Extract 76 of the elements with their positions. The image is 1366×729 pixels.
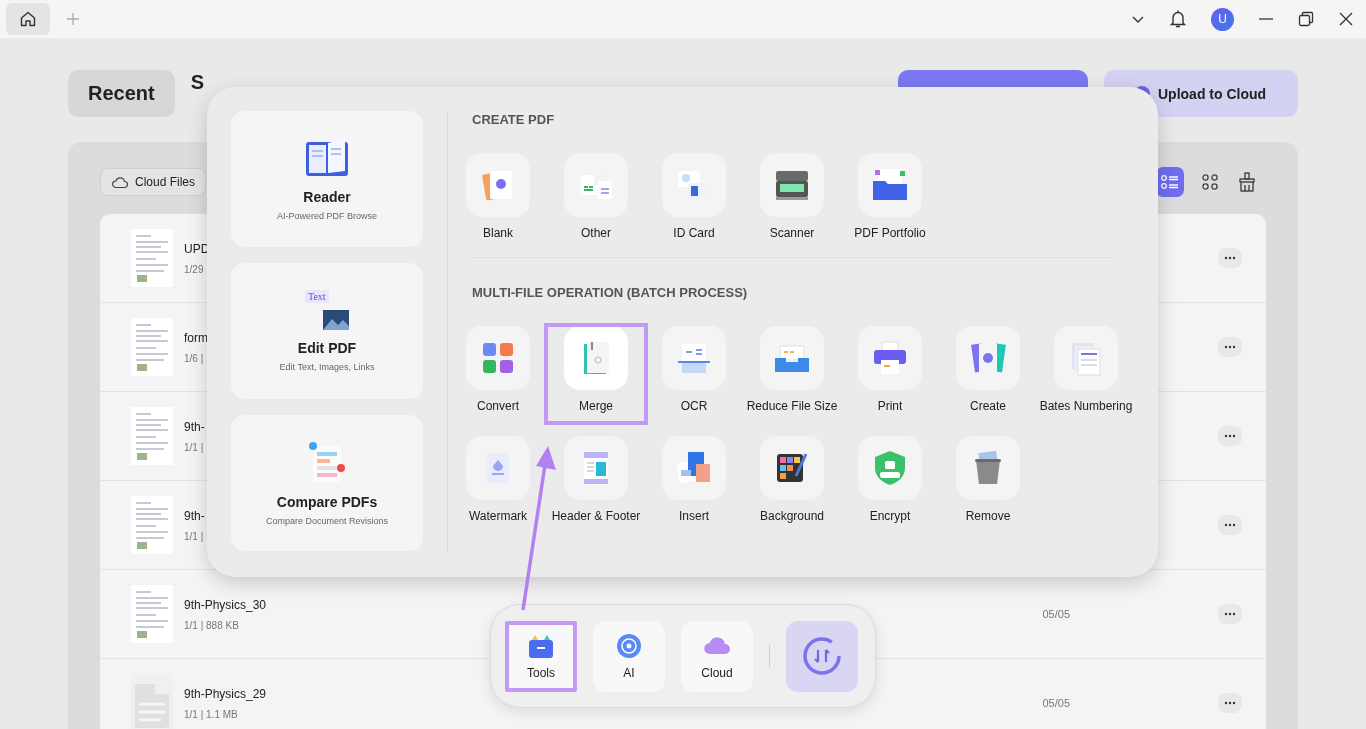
tab[interactable]: Recent <box>68 70 175 117</box>
broom-icon[interactable] <box>1236 171 1258 193</box>
file-thumbnail[interactable] <box>131 585 173 643</box>
cloud-files-button[interactable]: Cloud Files <box>100 168 207 196</box>
compare-document-icon <box>307 440 347 484</box>
file-info: 1/1 | <box>184 530 205 542</box>
tool-button[interactable]: Remove <box>939 436 1037 532</box>
ellipsis-icon <box>1224 523 1236 527</box>
ellipsis-icon <box>1224 345 1236 349</box>
tool-button[interactable]: Merge <box>547 326 645 422</box>
grid-icon <box>1201 173 1219 191</box>
tab[interactable]: S <box>190 69 205 96</box>
cloud-icon <box>111 175 129 189</box>
tool-button[interactable]: Blank <box>449 153 547 249</box>
bell-icon[interactable] <box>1169 9 1187 29</box>
ellipsis-icon <box>1224 701 1236 705</box>
more-button[interactable] <box>1218 248 1242 268</box>
ellipsis-icon <box>1224 434 1236 438</box>
more-button[interactable] <box>1218 426 1242 446</box>
dock-button[interactable]: Tools <box>505 620 577 692</box>
tool-button[interactable]: Header & Footer <box>547 436 645 532</box>
file-date: 05/05 <box>1042 608 1070 620</box>
mode-subtitle: AI-Powered PDF Browse <box>276 211 377 221</box>
dock-button[interactable]: Cloud <box>681 620 753 692</box>
list-view-button[interactable] <box>1156 167 1184 197</box>
file-info: 1/29 <box>184 263 205 275</box>
file-thumbnail[interactable] <box>131 407 173 465</box>
file-info: 1/1 | <box>184 441 205 453</box>
mode-card[interactable]: Reader AI-Powered PDF Browse <box>231 111 423 247</box>
tool-button[interactable]: Print <box>841 326 939 422</box>
sync-button[interactable] <box>786 620 858 692</box>
more-button[interactable] <box>1218 337 1242 357</box>
section-heading: MULTI-FILE OPERATION (BATCH PROCESS) <box>472 284 749 302</box>
close-icon[interactable] <box>1338 11 1354 27</box>
tool-button[interactable]: Create <box>939 326 1037 422</box>
file-thumbnail[interactable] <box>131 318 173 376</box>
tool-button[interactable]: PDF Portfolio <box>841 153 939 249</box>
user-avatar[interactable]: U <box>1211 7 1234 31</box>
dock-button[interactable]: AI <box>593 620 665 692</box>
mode-card[interactable]: Compare PDFs Compare Document Revisions <box>231 415 423 551</box>
tool-button[interactable]: Background <box>743 436 841 532</box>
mode-subtitle: Edit Text, Images, Links <box>279 362 375 372</box>
file-info: 1/6 | <box>184 352 205 364</box>
tool-button[interactable]: Encrypt <box>841 436 939 532</box>
tool-button[interactable]: OCR <box>645 326 743 422</box>
tool-button[interactable]: Scanner <box>743 153 841 249</box>
mode-title: Reader <box>303 189 351 205</box>
tool-button[interactable]: Bates Numbering <box>1037 326 1135 422</box>
tool-button[interactable]: Other <box>547 153 645 249</box>
more-button[interactable] <box>1218 604 1242 624</box>
mode-title: Compare PDFs <box>276 494 378 510</box>
file-name[interactable]: 9th-Physics_30 <box>184 597 1043 612</box>
file-date: 05/05 <box>1042 697 1070 709</box>
home-tab[interactable] <box>6 3 50 35</box>
tool-button[interactable]: Watermark <box>449 436 547 532</box>
tool-button[interactable]: Reduce File Size <box>743 326 841 422</box>
tool-button[interactable]: ID Card <box>645 153 743 249</box>
ai-orb-icon <box>614 632 644 660</box>
more-button[interactable] <box>1218 693 1242 713</box>
file-thumbnail[interactable] <box>131 229 173 287</box>
file-info: 1/1 | 888 KB <box>184 619 240 631</box>
file-info: 1/1 | 1.1 MB <box>184 708 239 720</box>
ellipsis-icon <box>1224 612 1236 616</box>
ellipsis-icon <box>1224 256 1236 260</box>
restore-icon[interactable] <box>1298 11 1314 27</box>
file-thumbnail[interactable] <box>131 496 173 554</box>
tool-button[interactable]: Insert <box>645 436 743 532</box>
more-button[interactable] <box>1218 515 1242 535</box>
mode-card[interactable]: Text Edit PDF Edit Text, Images, Links <box>231 263 423 399</box>
mode-title: Edit PDF <box>297 340 357 356</box>
mode-subtitle: Compare Document Revisions <box>265 516 389 526</box>
section-heading: CREATE PDF <box>472 111 556 129</box>
home-icon <box>19 10 37 28</box>
list-icon <box>1160 173 1180 191</box>
book-icon <box>303 137 351 179</box>
tool-button[interactable]: Convert <box>449 326 547 422</box>
